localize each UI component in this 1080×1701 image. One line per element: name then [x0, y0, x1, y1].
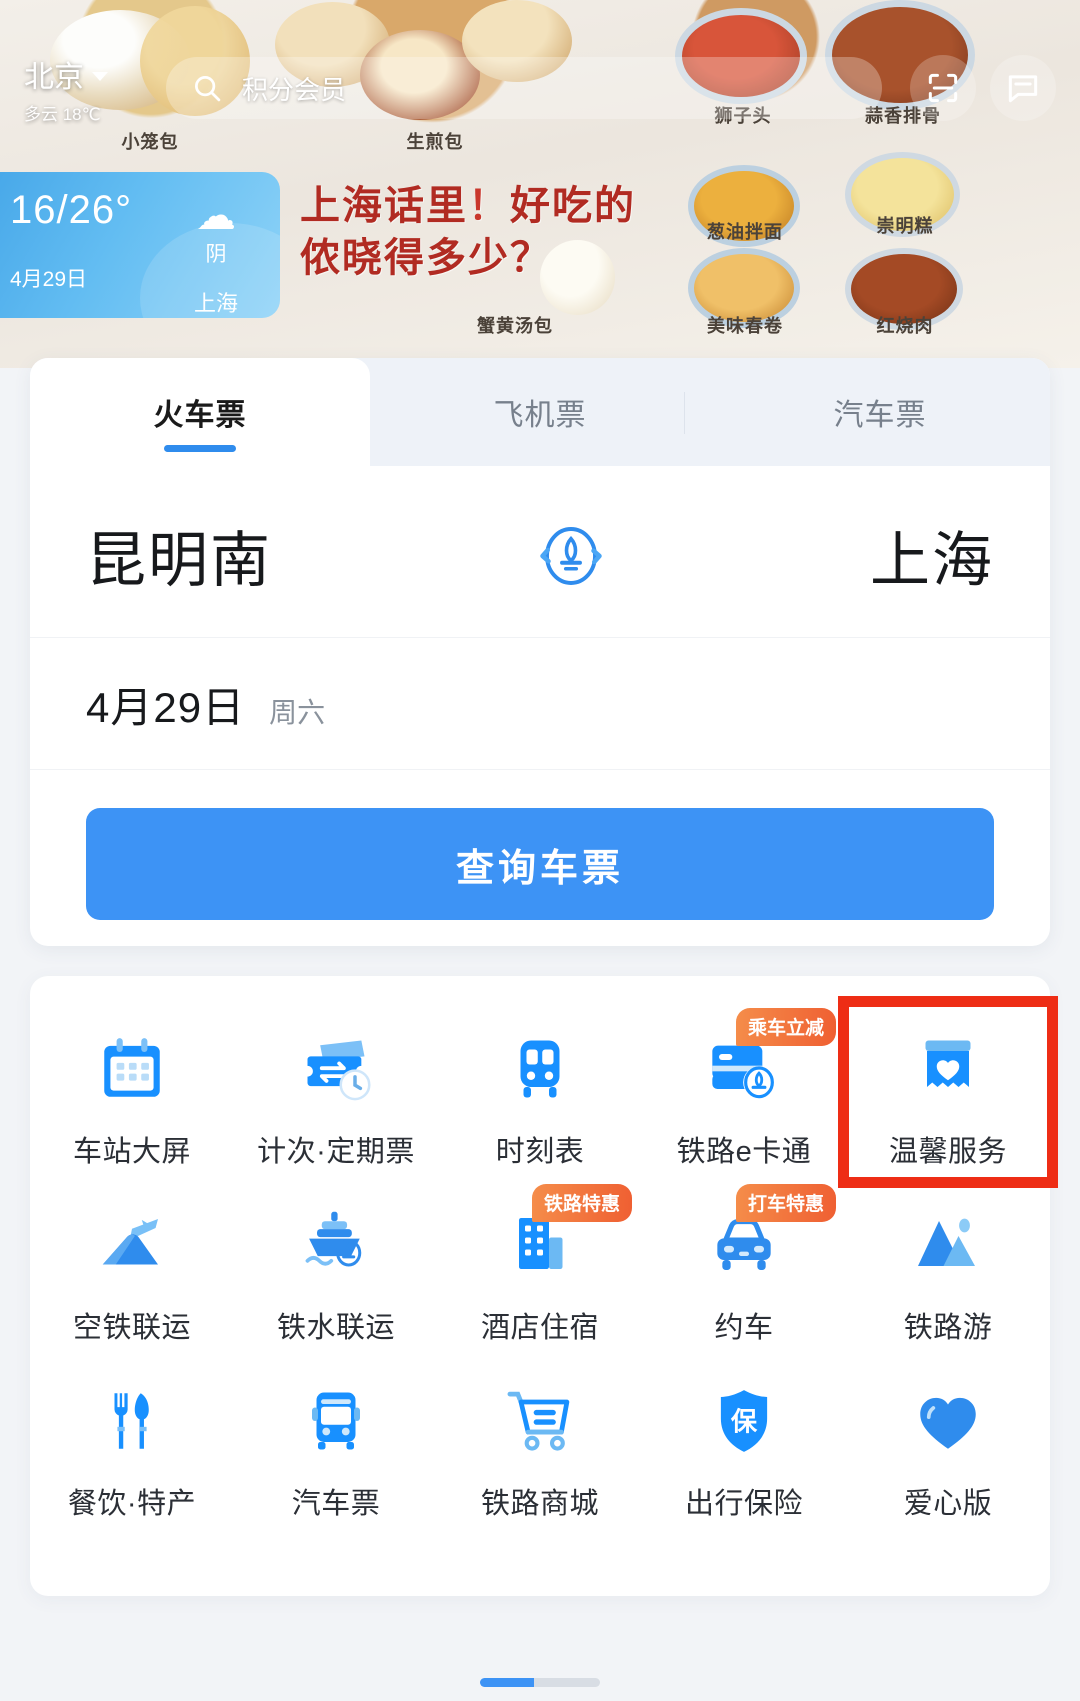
plane-train-icon [89, 1202, 175, 1288]
cart-icon [497, 1378, 583, 1464]
scan-icon [928, 73, 958, 103]
service-food-specialty[interactable]: 餐饮·特产 [30, 1356, 234, 1532]
service-label: 爱心版 [903, 1488, 993, 1520]
service-label: 铁路游 [903, 1312, 993, 1344]
service-label: 铁路e卡通 [676, 1136, 812, 1168]
home-indicator [480, 1678, 600, 1687]
tab-label: 飞机票 [493, 399, 587, 432]
food-caption: 红烧肉 [876, 316, 934, 336]
departure-date: 4月29日 [86, 684, 246, 731]
service-rail-mall[interactable]: 铁路商城 [438, 1356, 642, 1532]
city-selector[interactable]: 北京 多云 18℃ [24, 52, 144, 125]
service-label: 计次·定期票 [257, 1136, 415, 1168]
service-rail-water[interactable]: 铁水联运 [234, 1180, 438, 1356]
service-caring-service[interactable]: 温馨服务 [838, 996, 1058, 1188]
service-bus-ticket[interactable]: 汽车票 [234, 1356, 438, 1532]
heart-bag-icon [905, 1026, 991, 1112]
shield-bao-icon: 保 [701, 1378, 787, 1464]
mountain-icon [905, 1202, 991, 1288]
service-timetable[interactable]: 时刻表 [438, 1004, 642, 1180]
service-label: 空铁联运 [72, 1312, 191, 1344]
cutlery-icon [89, 1378, 175, 1464]
swap-stations-icon[interactable] [535, 520, 607, 592]
query-tickets-button[interactable]: 查询车票 [86, 808, 994, 920]
weather-date: 4月29日 [10, 268, 88, 291]
top-bar: 北京 多云 18℃ 积分会员 [0, 48, 1080, 128]
ship-rail-icon [293, 1202, 379, 1288]
svg-text:保: 保 [730, 1406, 758, 1436]
food-caption: 小笼包 [121, 132, 179, 152]
chevron-down-icon [92, 72, 108, 81]
service-accessible-version[interactable]: 爱心版 [846, 1356, 1050, 1532]
from-station[interactable]: 昆明南 [86, 512, 272, 599]
search-input[interactable]: 积分会员 [166, 57, 882, 119]
service-ride-hailing[interactable]: 打车特惠 约车 [642, 1180, 846, 1356]
service-label: 约车 [714, 1312, 774, 1344]
cloud-icon: ☁ [195, 194, 236, 238]
tab-label: 汽车票 [833, 399, 927, 432]
city-name: 北京 [24, 60, 84, 94]
service-travel-insurance[interactable]: 保 出行保险 [642, 1356, 846, 1532]
train-front-icon [497, 1026, 583, 1112]
weather-city: 上海 [193, 291, 238, 316]
search-icon [195, 76, 221, 102]
tab-flight-ticket[interactable]: 飞机票 [370, 358, 710, 466]
service-label: 车站大屏 [72, 1136, 191, 1168]
banner-headline-part1: 上海话里 [300, 184, 468, 228]
food-caption: 崇明糕 [876, 216, 934, 236]
food-caption: 美味春卷 [707, 316, 783, 336]
heart-icon [905, 1378, 991, 1464]
service-label: 酒店住宿 [480, 1312, 599, 1344]
weather-condition: 阴 [205, 243, 227, 266]
service-label: 出行保险 [684, 1488, 803, 1520]
ticket-search-card: 火车票 飞机票 汽车票 昆明南 上海 4月29日 周六 查询车票 [30, 358, 1050, 946]
service-label: 温馨服务 [888, 1136, 1007, 1168]
services-row: 车站大屏 计次·定期票 时刻表 乘车立减 铁路e卡通 温馨服务 [30, 996, 1058, 1188]
service-label: 时刻表 [495, 1136, 585, 1168]
food-caption: 蟹黄汤包 [477, 316, 553, 336]
service-air-rail[interactable]: 空铁联运 [30, 1180, 234, 1356]
services-grid-card: 车站大屏 计次·定期票 时刻表 乘车立减 铁路e卡通 温馨服务 空铁联运 铁水联… [30, 976, 1058, 1596]
service-rail-ecard[interactable]: 乘车立减 铁路e卡通 [642, 1004, 846, 1180]
ticket-type-tabs: 火车票 飞机票 汽车票 [30, 358, 1050, 466]
service-station-screen[interactable]: 车站大屏 [30, 1004, 234, 1180]
tab-divider [684, 392, 685, 434]
service-badge: 铁路特惠 [532, 1184, 633, 1222]
food-caption: 生煎包 [406, 132, 464, 152]
city-weather-text: 多云 18℃ [24, 104, 101, 124]
weather-widget[interactable]: 16/26° 4月29日 ☁ 阴 上海 [0, 172, 280, 318]
calendar-icon [89, 1026, 175, 1112]
service-label: 汽车票 [291, 1488, 381, 1520]
service-hotel[interactable]: 铁路特惠 酒店住宿 [438, 1180, 642, 1356]
banner-headline-part2: 好吃的 [510, 184, 636, 228]
tab-label: 火车票 [153, 399, 247, 432]
message-icon [1008, 75, 1038, 103]
banner-headline-exclaim: ！ [468, 184, 510, 228]
date-selector-row[interactable]: 4月29日 周六 [30, 638, 1050, 770]
service-label: 铁水联运 [276, 1312, 395, 1344]
departure-weekday: 周六 [269, 697, 326, 728]
service-rail-travel[interactable]: 铁路游 [846, 1180, 1050, 1356]
services-row: 餐饮·特产 汽车票 铁路商城 保 出行保险 爱心版 [30, 1356, 1050, 1532]
service-badge: 打车特惠 [736, 1184, 837, 1222]
service-label: 铁路商城 [480, 1488, 599, 1520]
station-selector-row: 昆明南 上海 [30, 466, 1050, 638]
bus-icon [293, 1378, 379, 1464]
search-placeholder: 积分会员 [242, 74, 347, 105]
scan-button[interactable] [910, 55, 976, 121]
tab-train-ticket[interactable]: 火车票 [30, 358, 370, 466]
app-screen: 小笼包 生煎包 狮子头 蒜香排骨 葱油拌面 崇明糕 蟹黄汤包 美味春卷 红烧肉 … [0, 0, 1080, 1701]
service-label: 餐饮·特产 [67, 1488, 197, 1520]
service-badge: 乘车立减 [736, 1008, 837, 1046]
tab-bus-ticket[interactable]: 汽车票 [710, 358, 1050, 466]
services-row: 空铁联运 铁水联运 铁路特惠 酒店住宿 打车特惠 约车 铁路游 [30, 1180, 1050, 1356]
banner-headline: 上海话里！好吃的 侬晓得多少？ [300, 180, 720, 284]
message-button[interactable] [990, 55, 1056, 121]
banner-headline-line2: 侬晓得多少？ [300, 236, 552, 280]
to-station[interactable]: 上海 [870, 512, 994, 599]
ticket-clock-icon [293, 1026, 379, 1112]
service-multi-trip-pass[interactable]: 计次·定期票 [234, 1004, 438, 1180]
